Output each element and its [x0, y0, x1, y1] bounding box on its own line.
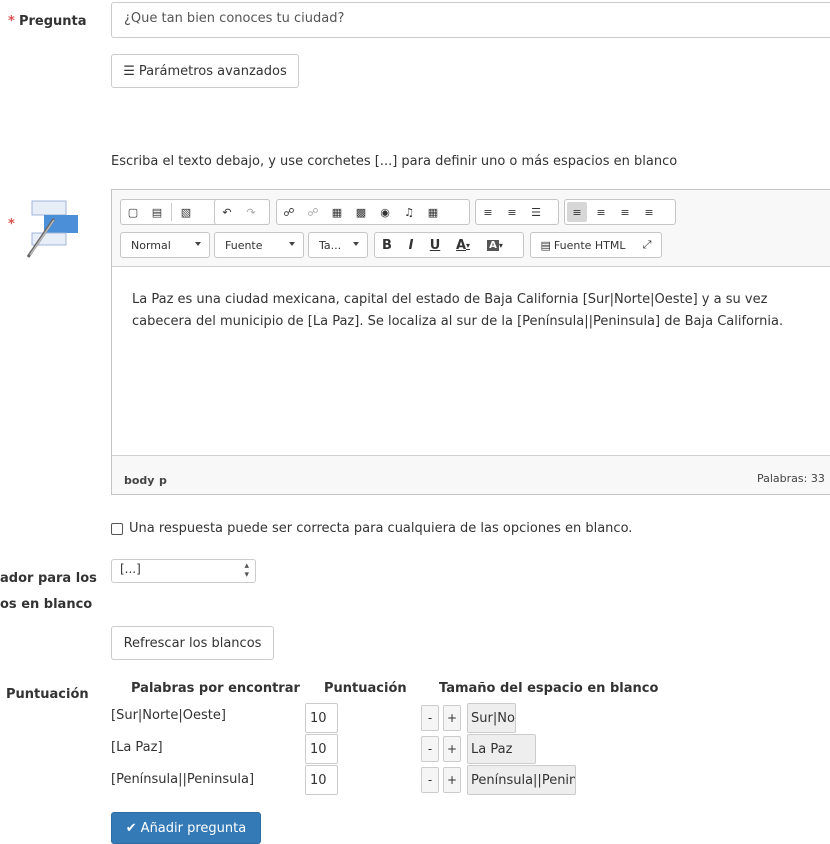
header-size: Tamaño del espacio en blanco	[439, 681, 659, 696]
path-body[interactable]: body	[124, 474, 154, 487]
scoring-label: Puntuación	[6, 687, 89, 702]
unlink-icon[interactable]: ☍	[303, 202, 323, 222]
add-question-label: Añadir pregunta	[140, 820, 247, 836]
italic-button[interactable]: I	[401, 235, 421, 255]
checkbox[interactable]	[111, 522, 123, 535]
add-question-button[interactable]: ✔ Añadir pregunta	[111, 812, 261, 844]
question-label: Pregunta	[18, 14, 87, 29]
maximize-icon[interactable]: ⤢	[637, 235, 657, 255]
toolbar-align-group: ≡ ≡ ≡ ≡	[564, 199, 676, 225]
link-icon[interactable]: ☍	[279, 202, 299, 222]
fill-blanks-question-icon	[26, 199, 78, 259]
paste-icon[interactable]: ▧	[176, 202, 196, 222]
header-score: Puntuación	[324, 681, 407, 696]
bulleted-list-icon[interactable]: ≡	[478, 202, 498, 222]
format-combo-label: Normal	[131, 238, 171, 252]
numbered-list-icon[interactable]: ≡	[502, 202, 522, 222]
check-icon: ✔	[125, 820, 137, 836]
font-combo-label: Fuente	[225, 238, 263, 252]
required-mark-editor: *	[8, 217, 15, 232]
decrease-size-button[interactable]: -	[421, 767, 439, 793]
menu-icon: ☰	[123, 63, 135, 79]
size-combo[interactable]: Ta...	[308, 232, 368, 258]
image-icon[interactable]: ▦	[327, 202, 347, 222]
table-row-word: [Península||Peninsula]	[111, 772, 255, 787]
text-color-label: A	[455, 237, 467, 253]
instructions-text: Escriba el texto debajo, y use corchetes…	[111, 154, 678, 169]
toolbar-style-group: B I U A ▾ A ▾	[374, 232, 524, 258]
bg-color-label: A	[487, 239, 499, 251]
table-row-word: [Sur|Norte|Oeste]	[111, 708, 226, 723]
source-html-button[interactable]: ▤ Fuente HTML	[533, 235, 633, 255]
updown-icon: ▴ ▾	[244, 561, 249, 580]
source-icon: ▤	[540, 238, 551, 252]
blank-preview: Sur|Norte|Oeste	[467, 703, 516, 733]
toolbar-source-group: ▤ Fuente HTML ⤢	[530, 232, 662, 258]
format-combo[interactable]: Normal	[120, 232, 210, 258]
table-row-word: [La Paz]	[111, 740, 163, 755]
refresh-blanks-button[interactable]: Refrescar los blancos	[111, 626, 274, 660]
score-input[interactable]: 10	[305, 765, 338, 795]
increase-size-button[interactable]: +	[443, 705, 461, 731]
video-icon[interactable]: ▩	[351, 202, 371, 222]
toolbar-separator	[171, 203, 172, 221]
new-page-icon[interactable]: ▢	[123, 202, 143, 222]
text-color-button[interactable]: A ▾	[449, 235, 477, 255]
editor-footer: body p Palabras: 33	[112, 456, 830, 494]
advanced-params-button[interactable]: ☰ Parámetros avanzados	[111, 54, 299, 88]
align-left-icon[interactable]: ≡	[567, 202, 587, 222]
question-input[interactable]: ¿Que tan bien conoces tu ciudad?	[111, 2, 830, 38]
path-p[interactable]: p	[159, 474, 167, 487]
separator-selected: [...]	[120, 562, 141, 576]
editor-content[interactable]: La Paz es una ciudad mexicana, capital d…	[112, 266, 830, 456]
bold-button[interactable]: B	[377, 235, 397, 255]
chevron-down-icon	[195, 242, 201, 246]
source-html-label: Fuente HTML	[553, 238, 626, 252]
separator-label-line2: os en blanco	[0, 597, 93, 612]
font-combo[interactable]: Fuente	[214, 232, 304, 258]
undo-icon[interactable]: ↶	[217, 202, 237, 222]
table-icon[interactable]: ▦	[423, 202, 443, 222]
bg-color-button[interactable]: A ▾	[481, 235, 509, 255]
toolbar-undo-group: ↶ ↷	[214, 199, 270, 225]
redo-icon[interactable]: ↷	[241, 202, 261, 222]
score-input[interactable]: 10	[305, 703, 338, 733]
any-option-label: Una respuesta puede ser correcta para cu…	[129, 521, 633, 536]
word-count: Palabras: 33	[757, 472, 825, 485]
toolbar-insert-group: ☍ ☍ ▦ ▩ ◉ ♫ ▦	[276, 199, 470, 225]
document-icon[interactable]: ▤	[147, 202, 167, 222]
any-option-checkbox-row[interactable]: Una respuesta puede ser correcta para cu…	[111, 521, 632, 536]
align-justify-icon[interactable]: ≡	[639, 202, 659, 222]
align-center-icon[interactable]: ≡	[591, 202, 611, 222]
increase-size-button[interactable]: +	[443, 767, 461, 793]
required-mark: *	[8, 14, 15, 29]
chevron-down-icon	[289, 242, 295, 246]
separator-label-line1: ador para los	[0, 571, 97, 586]
align-right-icon[interactable]: ≡	[615, 202, 635, 222]
underline-button[interactable]: U	[425, 235, 445, 255]
decrease-size-button[interactable]: -	[421, 736, 439, 762]
separator-select[interactable]: [...] ▴ ▾	[111, 559, 256, 583]
toolbar-list-group: ≡ ≡ ☰	[475, 199, 559, 225]
audio-icon[interactable]: ♫	[399, 202, 419, 222]
question-label-wrap: * Pregunta	[8, 14, 87, 29]
header-words: Palabras por encontrar	[131, 681, 300, 696]
blank-preview: Península||Peninsula	[467, 765, 576, 795]
blank-preview: La Paz	[467, 734, 536, 764]
rich-text-editor: ▢ ▤ ▧ ↶ ↷ ☍ ☍ ▦ ▩ ◉ ♫ ▦ ≡ ≡ ☰ ≡ ≡ ≡ ≡ No…	[111, 189, 830, 495]
score-input[interactable]: 10	[305, 734, 338, 764]
increase-size-button[interactable]: +	[443, 736, 461, 762]
size-combo-label: Ta...	[319, 238, 342, 252]
flash-icon[interactable]: ◉	[375, 202, 395, 222]
horizontal-rule-icon[interactable]: ☰	[526, 202, 546, 222]
separator-label: ador para los os en blanco	[0, 566, 97, 618]
decrease-size-button[interactable]: -	[421, 705, 439, 731]
advanced-params-label: Parámetros avanzados	[138, 63, 287, 79]
chevron-down-icon	[353, 242, 359, 246]
